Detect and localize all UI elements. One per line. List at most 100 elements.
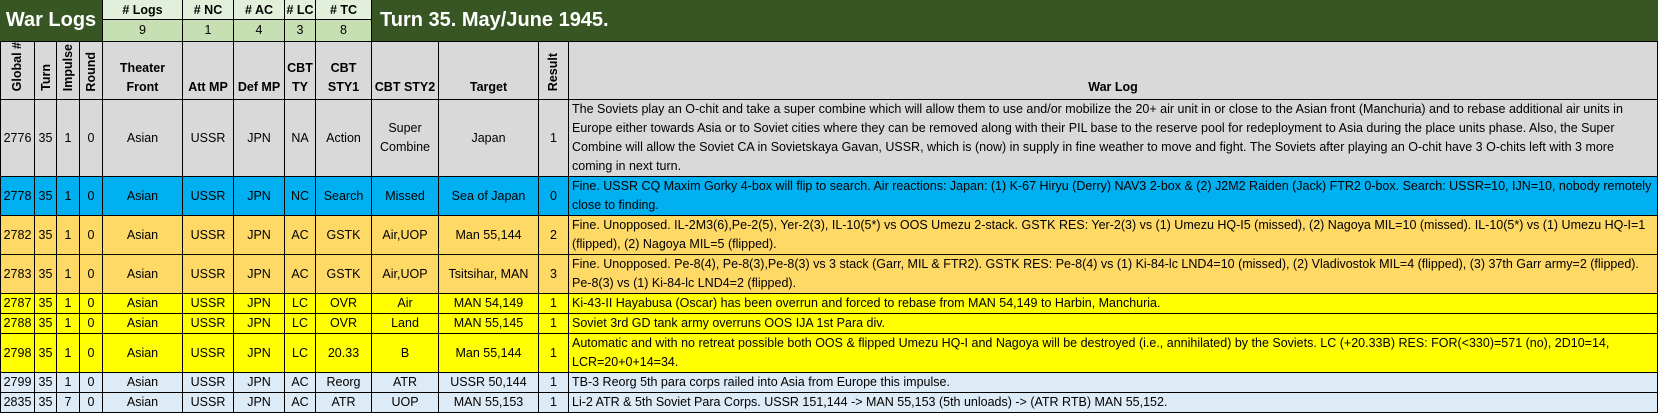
cell-def-mp[interactable]: JPN bbox=[233, 293, 285, 315]
cell-round[interactable]: 0 bbox=[79, 176, 103, 217]
cell-turn[interactable]: 35 bbox=[34, 176, 57, 217]
cell-theater[interactable]: Asian bbox=[102, 99, 183, 178]
cell-cbt-sty1[interactable]: ATR bbox=[315, 392, 372, 414]
cell-war-log[interactable]: Fine. Unopposed. IL-2M3(6),Pe-2(5), Yer-… bbox=[568, 215, 1658, 256]
cell-global[interactable]: 2799 bbox=[0, 372, 35, 394]
cell-def-mp[interactable]: JPN bbox=[233, 392, 285, 414]
cell-cbt-sty2[interactable]: UOP bbox=[371, 392, 439, 414]
col-header-theater[interactable]: Theater Front bbox=[102, 40, 183, 101]
cell-war-log[interactable]: Li-2 ATR & 5th Soviet Para Corps. USSR 1… bbox=[568, 392, 1658, 414]
cell-att-mp[interactable]: USSR bbox=[182, 333, 234, 374]
cell-global[interactable]: 2778 bbox=[0, 176, 35, 217]
cell-theater[interactable]: Asian bbox=[102, 333, 183, 374]
cell-global[interactable]: 2776 bbox=[0, 99, 35, 178]
cell-cbt-sty2[interactable]: Air,UOP bbox=[371, 215, 439, 256]
cell-att-mp[interactable]: USSR bbox=[182, 313, 234, 335]
cell-att-mp[interactable]: USSR bbox=[182, 215, 234, 256]
cell-turn[interactable]: 35 bbox=[34, 313, 57, 335]
cell-cbt-sty2[interactable]: Super Combine bbox=[371, 99, 439, 178]
cell-theater[interactable]: Asian bbox=[102, 176, 183, 217]
cell-cbt-sty1[interactable]: GSTK bbox=[315, 254, 372, 295]
cell-impulse[interactable]: 1 bbox=[56, 254, 80, 295]
cell-impulse[interactable]: 1 bbox=[56, 99, 80, 178]
table-row[interactable]: 2778 35 1 0 Asian USSR JPN NC Search Missed Sea of… bbox=[0, 176, 1658, 217]
cell-def-mp[interactable]: JPN bbox=[233, 215, 285, 256]
table-row[interactable]: 2782 35 1 0 Asian USSR JPN AC GSTK Air,UOP Man 55,… bbox=[0, 215, 1658, 256]
cell-target[interactable]: Sea of Japan bbox=[438, 176, 539, 217]
cell-target[interactable]: MAN 55,153 bbox=[438, 392, 539, 414]
cell-round[interactable]: 0 bbox=[79, 313, 103, 335]
cell-cbt-sty2[interactable]: Missed bbox=[371, 176, 439, 217]
col-header-att-mp[interactable]: Att MP bbox=[182, 40, 234, 101]
cell-war-log[interactable]: Fine. Unopposed. Pe-8(4), Pe-8(3),Pe-8(3… bbox=[568, 254, 1658, 295]
table-row[interactable]: 2798 35 1 0 Asian USSR JPN LC 20.33 B Man 55,144 1 A… bbox=[0, 333, 1658, 374]
cell-result[interactable]: 1 bbox=[538, 99, 569, 178]
cell-theater[interactable]: Asian bbox=[102, 313, 183, 335]
table-row[interactable]: 2835 35 7 0 Asian USSR JPN AC ATR UOP MAN 55,153 1 L… bbox=[0, 392, 1658, 414]
cell-cbt-sty2[interactable]: Land bbox=[371, 313, 439, 335]
cell-result[interactable]: 1 bbox=[538, 293, 569, 315]
cell-cbt-sty1[interactable]: OVR bbox=[315, 313, 372, 335]
cell-turn[interactable]: 35 bbox=[34, 293, 57, 315]
cell-impulse[interactable]: 1 bbox=[56, 176, 80, 217]
cell-att-mp[interactable]: USSR bbox=[182, 176, 234, 217]
col-header-war-log[interactable]: War Log bbox=[568, 40, 1658, 101]
cell-war-log[interactable]: Fine. USSR CQ Maxim Gorky 4-box will fli… bbox=[568, 176, 1658, 217]
cell-cbt-sty1[interactable]: 20.33 bbox=[315, 333, 372, 374]
cell-global[interactable]: 2835 bbox=[0, 392, 35, 414]
cell-global[interactable]: 2783 bbox=[0, 254, 35, 295]
cell-result[interactable]: 2 bbox=[538, 215, 569, 256]
table-row[interactable]: 2776 35 1 0 Asian USSR JPN NA Action Super Combin… bbox=[0, 99, 1658, 178]
cell-result[interactable]: 1 bbox=[538, 333, 569, 374]
cell-att-mp[interactable]: USSR bbox=[182, 99, 234, 178]
cell-result[interactable]: 1 bbox=[538, 392, 569, 414]
cell-war-log[interactable]: Automatic and with no retreat possible b… bbox=[568, 333, 1658, 374]
cell-round[interactable]: 0 bbox=[79, 392, 103, 414]
cell-turn[interactable]: 35 bbox=[34, 392, 57, 414]
cell-impulse[interactable]: 1 bbox=[56, 293, 80, 315]
cell-def-mp[interactable]: JPN bbox=[233, 254, 285, 295]
cell-turn[interactable]: 35 bbox=[34, 333, 57, 374]
cell-round[interactable]: 0 bbox=[79, 372, 103, 394]
cell-result[interactable]: 3 bbox=[538, 254, 569, 295]
col-header-cbt-ty[interactable]: CBT TY bbox=[284, 40, 316, 101]
cell-turn[interactable]: 35 bbox=[34, 254, 57, 295]
cell-war-log[interactable]: The Soviets play an O-chit and take a su… bbox=[568, 99, 1658, 178]
cell-round[interactable]: 0 bbox=[79, 215, 103, 256]
cell-cbt-sty2[interactable]: Air bbox=[371, 293, 439, 315]
cell-theater[interactable]: Asian bbox=[102, 293, 183, 315]
cell-round[interactable]: 0 bbox=[79, 254, 103, 295]
cell-att-mp[interactable]: USSR bbox=[182, 293, 234, 315]
cell-theater[interactable]: Asian bbox=[102, 372, 183, 394]
cell-round[interactable]: 0 bbox=[79, 99, 103, 178]
cell-global[interactable]: 2787 bbox=[0, 293, 35, 315]
cell-cbt-ty[interactable]: NC bbox=[284, 176, 316, 217]
cell-cbt-sty1[interactable]: GSTK bbox=[315, 215, 372, 256]
cell-theater[interactable]: Asian bbox=[102, 254, 183, 295]
cell-cbt-ty[interactable]: AC bbox=[284, 215, 316, 256]
cell-cbt-sty2[interactable]: ATR bbox=[371, 372, 439, 394]
cell-cbt-ty[interactable]: LC bbox=[284, 293, 316, 315]
cell-theater[interactable]: Asian bbox=[102, 392, 183, 414]
cell-def-mp[interactable]: JPN bbox=[233, 333, 285, 374]
cell-round[interactable]: 0 bbox=[79, 293, 103, 315]
cell-cbt-ty[interactable]: AC bbox=[284, 254, 316, 295]
cell-impulse[interactable]: 1 bbox=[56, 215, 80, 256]
cell-def-mp[interactable]: JPN bbox=[233, 372, 285, 394]
cell-impulse[interactable]: 1 bbox=[56, 313, 80, 335]
cell-target[interactable]: Tsitsihar, MAN bbox=[438, 254, 539, 295]
cell-theater[interactable]: Asian bbox=[102, 215, 183, 256]
col-header-cbt-sty1[interactable]: CBT STY1 bbox=[315, 40, 372, 101]
cell-cbt-sty1[interactable]: Action bbox=[315, 99, 372, 178]
col-header-turn[interactable]: Turn bbox=[34, 40, 57, 101]
table-row[interactable]: 2799 35 1 0 Asian USSR JPN AC Reorg ATR USSR 50,14… bbox=[0, 372, 1658, 394]
cell-cbt-ty[interactable]: AC bbox=[284, 372, 316, 394]
cell-round[interactable]: 0 bbox=[79, 333, 103, 374]
cell-impulse[interactable]: 1 bbox=[56, 333, 80, 374]
cell-result[interactable]: 1 bbox=[538, 313, 569, 335]
cell-target[interactable]: Man 55,144 bbox=[438, 333, 539, 374]
table-row[interactable]: 2783 35 1 0 Asian USSR JPN AC GSTK Air,UOP Tsitsih… bbox=[0, 254, 1658, 295]
cell-def-mp[interactable]: JPN bbox=[233, 99, 285, 178]
cell-impulse[interactable]: 7 bbox=[56, 392, 80, 414]
cell-war-log[interactable]: Ki-43-II Hayabusa (Oscar) has been overr… bbox=[568, 293, 1658, 315]
